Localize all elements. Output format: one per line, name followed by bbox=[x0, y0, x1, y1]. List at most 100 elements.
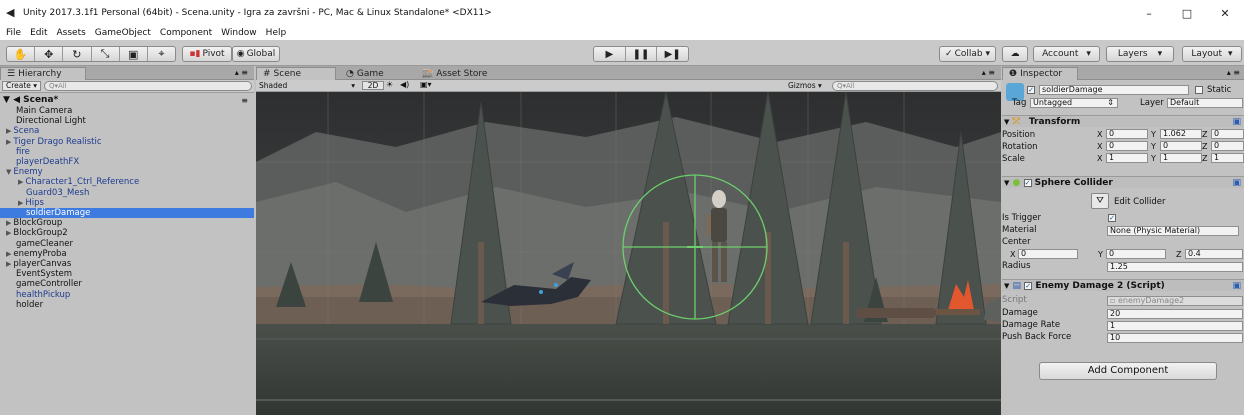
2d-toggle[interactable]: 2D bbox=[362, 81, 384, 90]
expand-arrow-icon[interactable]: ▼ bbox=[6, 168, 11, 176]
scene-search-input[interactable]: Q▾All bbox=[832, 81, 998, 91]
tab-inspector[interactable]: ❶ Inspector bbox=[1002, 67, 1078, 80]
move-icon[interactable]: ✥ bbox=[35, 47, 64, 61]
transform-z-field[interactable]: 0 bbox=[1211, 129, 1244, 139]
cloud-button[interactable]: ☁ bbox=[1002, 46, 1028, 62]
help-icon[interactable]: ▣ bbox=[1232, 280, 1241, 292]
collapse-arrow-icon[interactable]: ▶ bbox=[6, 138, 11, 146]
hierarchy-item[interactable]: gameCleaner bbox=[0, 239, 254, 249]
panel-menu-icon[interactable]: ▴ ≡ bbox=[982, 68, 995, 77]
rotate-icon[interactable]: ↻ bbox=[63, 47, 92, 61]
tab-scene[interactable]: # Scene bbox=[256, 67, 336, 80]
hierarchy-item[interactable]: Guard03_Mesh bbox=[0, 188, 254, 198]
minimize-button[interactable]: – bbox=[1130, 0, 1168, 26]
account-dropdown[interactable]: Account ▾ bbox=[1033, 46, 1100, 62]
hierarchy-item[interactable]: ▼ Enemy bbox=[0, 167, 254, 177]
transform-header[interactable]: ▼ ⤱ Transform ▣ bbox=[1002, 115, 1244, 127]
hierarchy-item[interactable]: ▶ Character1_Ctrl_Reference bbox=[0, 177, 254, 187]
add-component-button[interactable]: Add Component bbox=[1039, 362, 1217, 380]
pause-button[interactable]: ❚❚ bbox=[626, 47, 658, 61]
help-icon[interactable]: ▣ bbox=[1232, 116, 1241, 128]
center-z-field[interactable]: 0.4 bbox=[1185, 249, 1243, 259]
transform-y-field[interactable]: 0 bbox=[1160, 141, 1202, 151]
scale-icon[interactable]: ⤡ bbox=[92, 47, 120, 61]
collapse-arrow-icon[interactable]: ▶ bbox=[6, 219, 11, 227]
hierarchy-item[interactable]: holder bbox=[0, 300, 254, 310]
hierarchy-item[interactable]: ▶ BlockGroup bbox=[0, 218, 254, 228]
hierarchy-item[interactable]: ▶ playerCanvas bbox=[0, 259, 254, 269]
help-icon[interactable]: ▣ bbox=[1232, 177, 1241, 189]
menu-gameobject[interactable]: GameObject bbox=[95, 28, 151, 38]
enemy-damage-header[interactable]: ▼ ▤ ✓ Enemy Damage 2 (Script) ▣ bbox=[1002, 279, 1244, 291]
transform-x-field[interactable]: 1 bbox=[1106, 153, 1148, 163]
push-back-field[interactable]: 10 bbox=[1107, 333, 1243, 343]
collapse-arrow-icon[interactable]: ▶ bbox=[6, 127, 11, 135]
transform-z-field[interactable]: 0 bbox=[1211, 141, 1244, 151]
maximize-button[interactable]: □ bbox=[1168, 0, 1206, 26]
transform-x-field[interactable]: 0 bbox=[1106, 129, 1148, 139]
transform-icon[interactable]: ⌖ bbox=[148, 47, 175, 61]
collapse-arrow-icon[interactable]: ▶ bbox=[6, 260, 11, 268]
sphere-collider-enabled-checkbox[interactable]: ✓ bbox=[1023, 178, 1032, 187]
hierarchy-item[interactable]: gameController bbox=[0, 279, 254, 289]
collapse-arrow-icon[interactable]: ▶ bbox=[6, 229, 11, 237]
audio-icon[interactable]: ◀) bbox=[400, 80, 409, 89]
transform-z-field[interactable]: 1 bbox=[1211, 153, 1244, 163]
gizmos-dropdown[interactable]: Gizmos ▾ bbox=[788, 81, 822, 90]
tab-game[interactable]: ◔ Game bbox=[340, 67, 414, 80]
collab-button[interactable]: ✓ Collab ▾ bbox=[939, 46, 996, 62]
shading-mode-dropdown[interactable]: Shaded ▾ bbox=[259, 81, 359, 90]
hierarchy-item[interactable]: fire bbox=[0, 147, 254, 157]
layer-dropdown[interactable]: Default bbox=[1167, 98, 1243, 108]
hierarchy-item[interactable]: playerDeathFX bbox=[0, 157, 254, 167]
global-toggle[interactable]: ◉ Global bbox=[232, 46, 280, 62]
hierarchy-item[interactable]: Main Camera bbox=[0, 106, 254, 116]
tag-dropdown[interactable]: Untagged ⇕ bbox=[1030, 98, 1118, 108]
menu-file[interactable]: File bbox=[6, 28, 21, 38]
material-field[interactable]: None (Physic Material) bbox=[1107, 226, 1239, 236]
menu-component[interactable]: Component bbox=[160, 28, 212, 38]
layout-dropdown[interactable]: Layout ▾ bbox=[1182, 46, 1242, 62]
panel-menu-icon[interactable]: ▴ ≡ bbox=[235, 68, 248, 77]
collapse-arrow-icon[interactable]: ▶ bbox=[6, 250, 11, 258]
scene-viewport[interactable] bbox=[256, 92, 1001, 415]
menu-edit[interactable]: Edit bbox=[30, 28, 47, 38]
collapse-arrow-icon[interactable]: ▶ bbox=[18, 199, 23, 207]
menu-assets[interactable]: Assets bbox=[57, 28, 86, 38]
transform-x-field[interactable]: 0 bbox=[1106, 141, 1148, 151]
hierarchy-item[interactable]: ▶ enemyProba bbox=[0, 249, 254, 259]
create-button[interactable]: Create ▾ bbox=[2, 81, 42, 91]
scene-menu-icon[interactable]: ≡ bbox=[241, 95, 248, 106]
hierarchy-item[interactable]: Directional Light bbox=[0, 116, 254, 126]
close-button[interactable]: ✕ bbox=[1206, 0, 1244, 26]
center-x-field[interactable]: 0 bbox=[1018, 249, 1078, 259]
center-y-field[interactable]: 0 bbox=[1106, 249, 1166, 259]
effects-icon[interactable]: ▣▾ bbox=[420, 80, 432, 89]
is-trigger-checkbox[interactable]: ✓ bbox=[1108, 214, 1116, 222]
menu-window[interactable]: Window bbox=[221, 28, 257, 38]
damage-rate-field[interactable]: 1 bbox=[1107, 321, 1243, 331]
tab-asset-store[interactable]: 🏬 Asset Store bbox=[416, 67, 512, 80]
scene-root-row[interactable]: ▼ ◀ Scena* ≡ bbox=[0, 95, 254, 106]
hierarchy-search-input[interactable]: Q▾All bbox=[44, 81, 252, 91]
object-name-field[interactable]: soldierDamage bbox=[1039, 85, 1189, 95]
hierarchy-item[interactable]: soldierDamage bbox=[0, 208, 254, 219]
panel-menu-icon[interactable]: ▴ ≡ bbox=[1227, 68, 1240, 77]
script-enabled-checkbox[interactable]: ✓ bbox=[1024, 281, 1033, 290]
static-checkbox[interactable] bbox=[1195, 86, 1203, 94]
active-checkbox[interactable]: ✓ bbox=[1027, 86, 1035, 94]
lighting-icon[interactable]: ☀ bbox=[386, 80, 393, 89]
hand-icon[interactable]: ✋ bbox=[7, 47, 36, 61]
transform-y-field[interactable]: 1.062 bbox=[1160, 129, 1202, 139]
play-button[interactable]: ▶ bbox=[594, 47, 626, 61]
sphere-collider-header[interactable]: ▼ ● ✓ Sphere Collider ▣ bbox=[1002, 176, 1244, 188]
hierarchy-item[interactable]: ▶ Tiger Drago Realistic bbox=[0, 137, 254, 147]
rect-icon[interactable]: ▣ bbox=[120, 47, 148, 61]
tab-hierarchy[interactable]: ☰ Hierarchy bbox=[0, 67, 86, 80]
hierarchy-item[interactable]: EventSystem bbox=[0, 269, 254, 279]
transform-y-field[interactable]: 1 bbox=[1160, 153, 1202, 163]
menu-help[interactable]: Help bbox=[266, 28, 287, 38]
hierarchy-item[interactable]: healthPickup bbox=[0, 290, 254, 300]
hierarchy-item[interactable]: ▶ Hips bbox=[0, 198, 254, 208]
hierarchy-item[interactable]: ▶ Scena bbox=[0, 126, 254, 136]
